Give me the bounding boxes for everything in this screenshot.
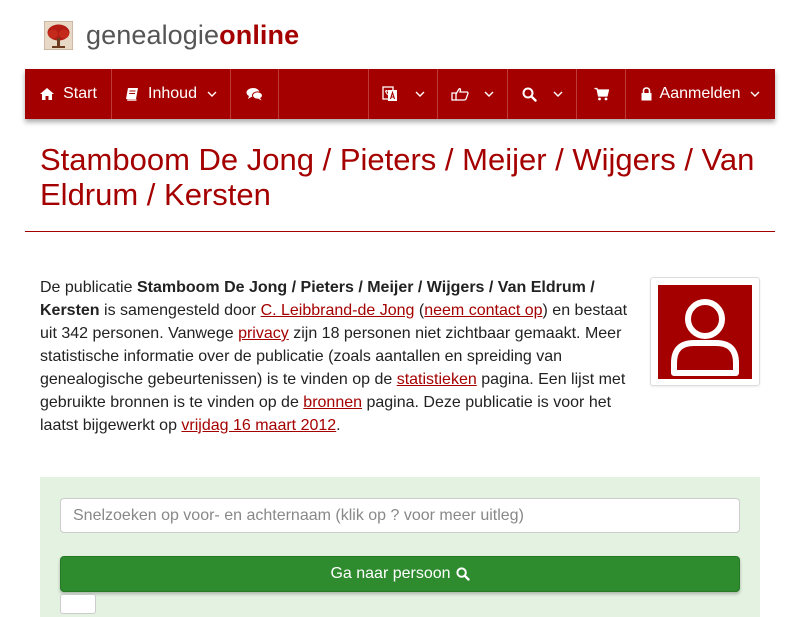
sources-link[interactable]: bronnen: [303, 394, 362, 411]
site-name: genealogieonline: [86, 20, 299, 50]
nav-share[interactable]: [438, 69, 508, 119]
translate-icon: [381, 86, 397, 101]
nav-login-label: Aanmelden: [659, 85, 741, 102]
nav-cart[interactable]: [577, 69, 626, 119]
title-divider: [25, 231, 775, 232]
intro-text: .: [336, 417, 341, 434]
last-updated-link[interactable]: vrijdag 16 maart 2012: [181, 417, 336, 434]
cart-icon: [594, 87, 609, 101]
comments-icon: [246, 88, 263, 101]
tree-logo-icon: [44, 20, 73, 50]
quick-search-panel: Ga naar persoon: [40, 477, 760, 617]
search-help-button[interactable]: [60, 594, 96, 614]
main-navbar: Start Inhoud Aanmelden: [25, 69, 775, 119]
nav-inhoud[interactable]: Inhoud: [112, 69, 231, 119]
intro-text: is samengesteld door: [99, 302, 261, 319]
contact-link[interactable]: neem contact op: [424, 302, 542, 319]
home-icon: [40, 88, 55, 100]
nav-start-label: Start: [63, 85, 97, 102]
quick-search-input[interactable]: [60, 498, 740, 533]
publication-intro: De publicatie Stamboom De Jong / Pieters…: [40, 276, 634, 437]
privacy-link[interactable]: privacy: [238, 325, 289, 342]
intro-text: (: [414, 302, 425, 319]
search-icon: [522, 87, 537, 102]
chevron-down-icon: [484, 91, 494, 97]
site-logo[interactable]: genealogieonline: [44, 20, 299, 50]
chevron-down-icon: [750, 91, 760, 97]
nav-forum[interactable]: [231, 69, 279, 119]
nav-login[interactable]: Aanmelden: [626, 69, 775, 119]
site-name-part1: genealogie: [86, 20, 220, 50]
go-to-person-button[interactable]: Ga naar persoon: [60, 556, 740, 592]
go-to-person-label: Ga naar persoon: [330, 565, 451, 582]
nav-inhoud-label: Inhoud: [148, 85, 197, 102]
user-icon: [671, 299, 739, 376]
chevron-down-icon: [207, 91, 217, 97]
statistics-link[interactable]: statistieken: [397, 371, 477, 388]
avatar: [658, 285, 752, 379]
intro-text: De publicatie: [40, 279, 137, 296]
author-avatar[interactable]: [650, 277, 760, 386]
search-icon: [455, 567, 470, 581]
share-icon: [451, 88, 469, 101]
nav-search[interactable]: [508, 69, 577, 119]
nav-start[interactable]: Start: [25, 69, 112, 119]
page-title: Stamboom De Jong / Pieters / Meijer / Wi…: [40, 142, 755, 212]
site-name-part2: online: [219, 20, 300, 50]
nav-language[interactable]: [368, 69, 438, 119]
book-icon: [126, 88, 139, 101]
author-link[interactable]: C. Leibbrand-de Jong: [261, 302, 415, 319]
lock-icon: [641, 87, 652, 101]
chevron-down-icon: [415, 91, 424, 97]
chevron-down-icon: [553, 91, 562, 97]
